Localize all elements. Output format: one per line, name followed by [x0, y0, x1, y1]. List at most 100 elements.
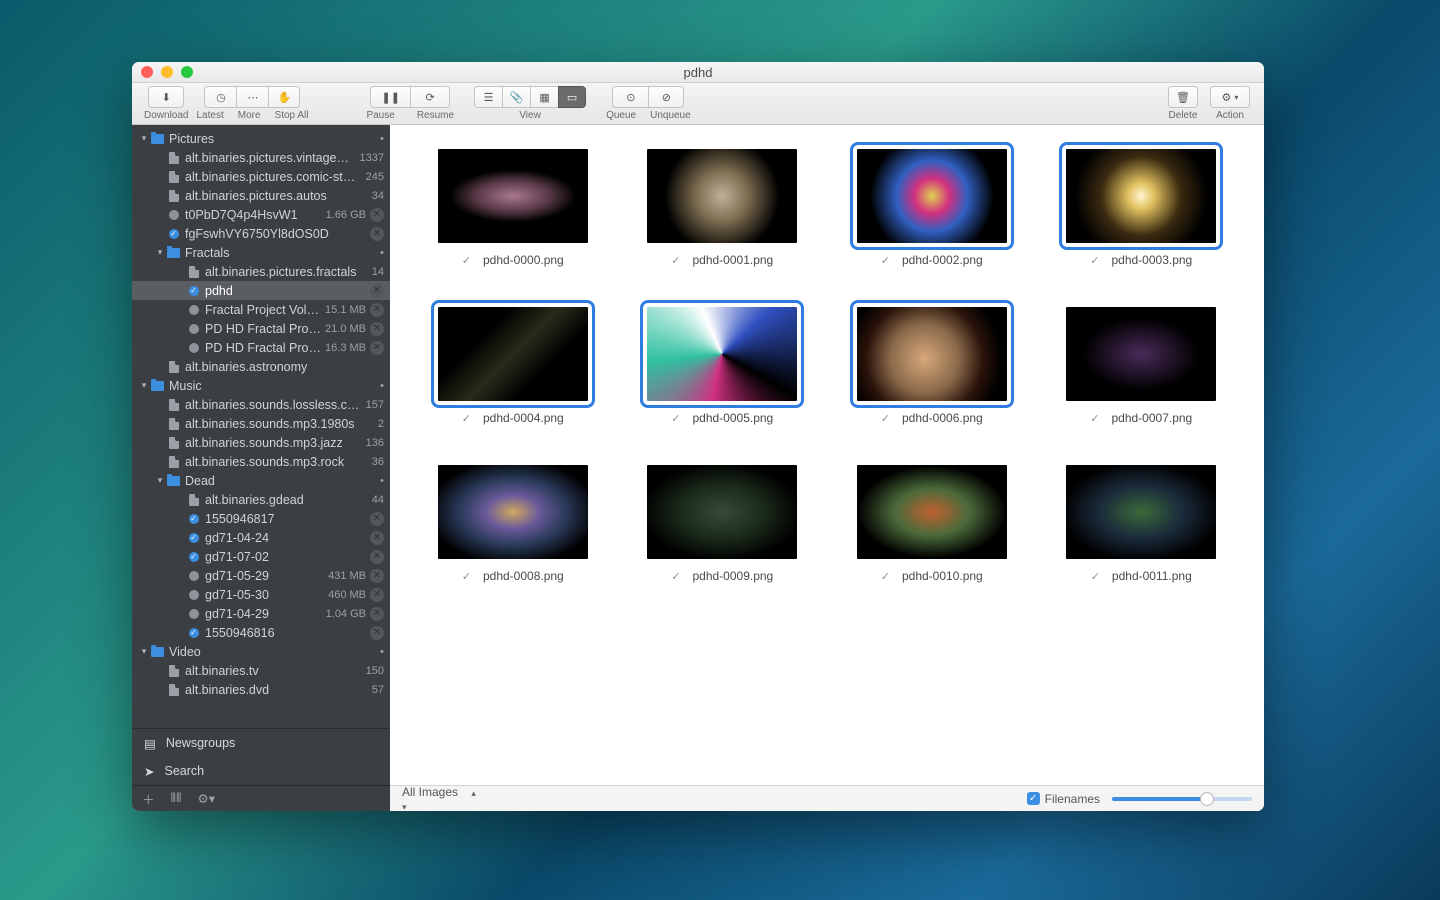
sidebar-item[interactable]: alt.binaries.pictures.fractals14 — [132, 262, 390, 281]
sidebar-item[interactable]: PD HD Fractal Proj…16.3 MB✕ — [132, 338, 390, 357]
close-icon[interactable]: ✕ — [370, 322, 384, 336]
thumbnail-image[interactable] — [1066, 465, 1216, 559]
thumbnail-card[interactable]: ✓pdhd-0010.png — [849, 465, 1015, 583]
sidebar-item[interactable]: ✓pdhd✕ — [132, 281, 390, 300]
close-icon[interactable]: ✕ — [370, 341, 384, 355]
close-icon[interactable]: ✕ — [370, 550, 384, 564]
view-grid-button[interactable]: ▦ — [530, 86, 558, 108]
thumbnail-image[interactable] — [857, 307, 1007, 401]
sidebar-item-label: alt.binaries.sounds.mp3.rock — [185, 455, 368, 469]
thumbnail-card[interactable]: ✓pdhd-0006.png — [849, 307, 1015, 425]
sidebar-item[interactable]: alt.binaries.dvd57 — [132, 680, 390, 699]
disclosure-icon[interactable]: ▾ — [138, 646, 150, 657]
sidebar-item[interactable]: ▾Dead• — [132, 471, 390, 490]
view-attachments-button[interactable]: 📎 — [502, 86, 530, 108]
thumbnail-image[interactable] — [857, 465, 1007, 559]
stop-all-button[interactable]: ✋ — [268, 86, 300, 108]
sidebar-item[interactable]: ▾Music• — [132, 376, 390, 395]
thumbnail-image[interactable] — [1066, 149, 1216, 243]
sidebar-item[interactable]: alt.binaries.pictures.comic-st…245 — [132, 167, 390, 186]
toolbar: ⬇ Download ◷ ⋯ ✋ Latest More Stop All ❚❚… — [132, 83, 1264, 125]
thumbnail-image[interactable] — [438, 149, 588, 243]
thumbnail-card[interactable]: ✓pdhd-0002.png — [849, 149, 1015, 267]
thumbnail-image[interactable] — [647, 307, 797, 401]
close-icon[interactable]: ✕ — [370, 607, 384, 621]
close-icon[interactable]: ✕ — [370, 303, 384, 317]
add-button[interactable]: ＋ — [142, 789, 155, 808]
close-icon[interactable]: ✕ — [370, 626, 384, 640]
close-icon[interactable]: ✕ — [370, 208, 384, 222]
view-gallery-button[interactable]: ▭ — [558, 86, 586, 108]
sidebar-search[interactable]: ➤ Search — [132, 757, 390, 785]
close-icon[interactable]: ✕ — [370, 569, 384, 583]
thumbnail-card[interactable]: ✓pdhd-0007.png — [1059, 307, 1225, 425]
sidebar-item[interactable]: alt.binaries.sounds.mp3.rock36 — [132, 452, 390, 471]
toolbar-more-label: More — [238, 110, 261, 121]
settings-menu-button[interactable]: ⚙▾ — [198, 791, 215, 806]
sidebar-item[interactable]: PD HD Fractal Proj…21.0 MB✕ — [132, 319, 390, 338]
sidebar-item[interactable]: ▾Fractals• — [132, 243, 390, 262]
thumbnail-image[interactable] — [647, 149, 797, 243]
resume-button[interactable]: ⟳ — [410, 86, 450, 108]
filenames-toggle[interactable]: ✓ Filenames — [1027, 792, 1100, 806]
thumbnail-card[interactable]: ✓pdhd-0003.png — [1059, 149, 1225, 267]
sidebar-item[interactable]: Fractal Project Vol VI15.1 MB✕ — [132, 300, 390, 319]
close-icon[interactable]: ✕ — [370, 531, 384, 545]
action-button[interactable]: ⚙▾ — [1210, 86, 1250, 108]
sidebar-item[interactable]: gd71-05-30460 MB✕ — [132, 585, 390, 604]
sidebar-newsgroups[interactable]: ▤ Newsgroups — [132, 729, 390, 757]
latest-button[interactable]: ◷ — [204, 86, 236, 108]
sidebar-item-meta: • — [380, 646, 384, 658]
sidebar-item[interactable]: alt.binaries.gdead44 — [132, 490, 390, 509]
delete-button[interactable]: 🗑 — [1168, 86, 1198, 108]
close-icon[interactable]: ✕ — [370, 588, 384, 602]
sidebar-item[interactable]: ✓gd71-07-02✕ — [132, 547, 390, 566]
sidebar-item[interactable]: alt.binaries.sounds.lossless.c…157 — [132, 395, 390, 414]
thumbnail-card[interactable]: ✓pdhd-0000.png — [430, 149, 596, 267]
sidebar-item[interactable]: ✓1550946817✕ — [132, 509, 390, 528]
filter-popup[interactable]: All Images ▴▾ — [402, 785, 476, 812]
sidebar-item[interactable]: alt.binaries.astronomy — [132, 357, 390, 376]
disclosure-icon[interactable]: ▾ — [138, 380, 150, 391]
thumbnail-card[interactable]: ✓pdhd-0011.png — [1059, 465, 1225, 583]
sidebar-item[interactable]: t0PbD7Q4p4HsvW11.66 GB✕ — [132, 205, 390, 224]
thumbnail-card[interactable]: ✓pdhd-0004.png — [430, 307, 596, 425]
view-list-button[interactable]: ☰ — [474, 86, 502, 108]
sidebar-item[interactable]: alt.binaries.sounds.mp3.jazz136 — [132, 433, 390, 452]
thumbnail-card[interactable]: ✓pdhd-0009.png — [640, 465, 806, 583]
sidebar-item[interactable]: ✓1550946816✕ — [132, 623, 390, 642]
sidebar-item[interactable]: alt.binaries.pictures.vintage…1337 — [132, 148, 390, 167]
pause-button[interactable]: ❚❚ — [370, 86, 410, 108]
sidebar-item[interactable]: alt.binaries.sounds.mp3.1980s2 — [132, 414, 390, 433]
more-button[interactable]: ⋯ — [236, 86, 268, 108]
sidebar-item[interactable]: ▾Video• — [132, 642, 390, 661]
thumbnail-image[interactable] — [438, 465, 588, 559]
sidebar-item[interactable]: ✓fgFswhVY6750Yl8dOS0D✕ — [132, 224, 390, 243]
thumbnail-card[interactable]: ✓pdhd-0001.png — [640, 149, 806, 267]
close-icon[interactable]: ✕ — [370, 227, 384, 241]
sidebar-item[interactable]: gd71-04-291.04 GB✕ — [132, 604, 390, 623]
thumbnail-image[interactable] — [647, 465, 797, 559]
sidebar-item[interactable]: gd71-05-29431 MB✕ — [132, 566, 390, 585]
close-icon[interactable]: ✕ — [370, 284, 384, 298]
queue-button[interactable]: ⊙ — [612, 86, 648, 108]
unqueue-button[interactable]: ⊘ — [648, 86, 684, 108]
sidebar-item[interactable]: ▾Pictures• — [132, 129, 390, 148]
disclosure-icon[interactable]: ▾ — [154, 247, 166, 258]
close-icon[interactable]: ✕ — [370, 512, 384, 526]
zoom-slider[interactable] — [1112, 797, 1252, 801]
sidebar-item[interactable]: ✓gd71-04-24✕ — [132, 528, 390, 547]
check-icon: ✓ — [671, 254, 680, 267]
disclosure-icon[interactable]: ▾ — [138, 133, 150, 144]
thumbnail-image[interactable] — [1066, 307, 1216, 401]
thumbnail-card[interactable]: ✓pdhd-0005.png — [640, 307, 806, 425]
slider-knob[interactable] — [1200, 792, 1214, 806]
thumbnail-image[interactable] — [438, 307, 588, 401]
activity-icon[interactable]: ⦀⦀ — [171, 791, 182, 806]
sidebar-item[interactable]: alt.binaries.tv150 — [132, 661, 390, 680]
thumbnail-image[interactable] — [857, 149, 1007, 243]
thumbnail-card[interactable]: ✓pdhd-0008.png — [430, 465, 596, 583]
sidebar-item[interactable]: alt.binaries.pictures.autos34 — [132, 186, 390, 205]
download-button[interactable]: ⬇ — [148, 86, 184, 108]
disclosure-icon[interactable]: ▾ — [154, 475, 166, 486]
